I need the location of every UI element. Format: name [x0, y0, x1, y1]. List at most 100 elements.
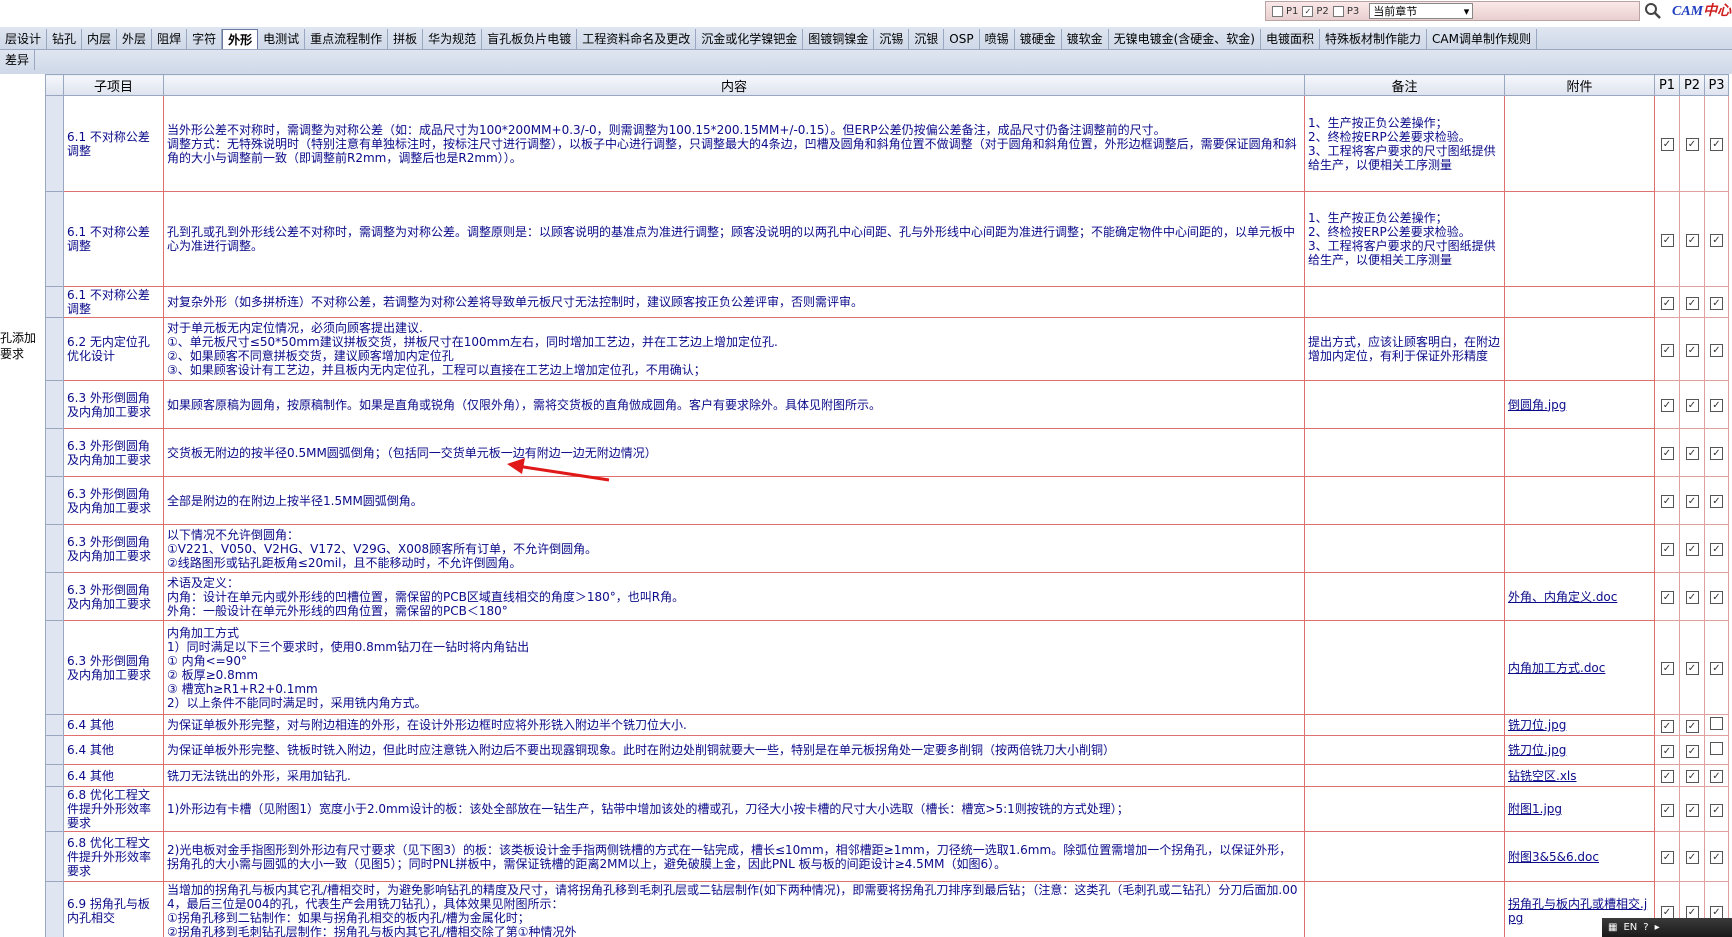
- row-selector[interactable]: [45, 735, 64, 765]
- cell-content[interactable]: 2)光电板对金手指图形到外形边有尺寸要求（见下图3）的板：该类板设计金手指两侧铣…: [163, 831, 1305, 882]
- cell-sub-item[interactable]: 6.1 不对称公差调整: [63, 95, 164, 192]
- p3-checkbox[interactable]: ✓: [1710, 343, 1723, 357]
- header-attachment[interactable]: 附件: [1504, 74, 1655, 96]
- tab-6[interactable]: 外形: [222, 29, 259, 49]
- row-selector[interactable]: [45, 95, 64, 192]
- p2-checkbox[interactable]: ✓: [1685, 138, 1699, 151]
- cell-sub-item[interactable]: 6.4 其他: [63, 735, 164, 765]
- p2-checkbox[interactable]: ✓: [1685, 662, 1699, 675]
- attachment-link[interactable]: 铣刀位.jpg: [1508, 743, 1566, 757]
- p2-checkbox[interactable]: ✓: [1685, 296, 1699, 310]
- p3-checkbox[interactable]: ✓: [1710, 662, 1723, 675]
- table-row[interactable]: 6.4 其他 为保证单板外形完整，对与附边相连的外形，在设计外形边框时应将外形铣入…: [45, 714, 1729, 736]
- tab-7[interactable]: 电测试: [258, 29, 306, 49]
- cell-content[interactable]: 全部是附边的在附边上按半径1.5MM圆弧倒角。: [163, 476, 1305, 525]
- table-row[interactable]: 6.1 不对称公差调整 孔到孔或孔到外形线公差不对称时，需调整为对称公差。调整原则…: [45, 191, 1729, 287]
- cell-content[interactable]: 当外形公差不对称时，需调整为对称公差（如：成品尺寸为100*200MM+0.3/…: [163, 95, 1305, 192]
- row-selector[interactable]: [45, 380, 64, 429]
- p1-checkbox[interactable]: ✓: [1660, 543, 1674, 556]
- row-selector[interactable]: [45, 317, 64, 381]
- header-p3[interactable]: P3: [1704, 74, 1729, 96]
- p3-checkbox[interactable]: ✓: [1710, 851, 1723, 864]
- cell-note[interactable]: [1304, 735, 1505, 765]
- table-row[interactable]: 6.1 不对称公差调整 对复杂外形（如多拼桥连）不对称公差，若调整为对称公差将导致…: [45, 286, 1729, 318]
- p1-checkbox[interactable]: ✓: [1660, 662, 1674, 675]
- cell-content[interactable]: 为保证单板外形完整，对与附边相连的外形，在设计外形边框时应将外形铣入附边半个铣刀…: [163, 714, 1305, 736]
- cell-content[interactable]: 为保证单板外形完整、铣板时铣入附边，但此时应注意铣入附边后不要出现露铜现象。此时…: [163, 735, 1305, 765]
- p2-checkbox[interactable]: ✓: [1685, 719, 1699, 733]
- tab-12[interactable]: 工程资料命名及更改: [577, 29, 697, 49]
- cell-content[interactable]: 以下情况不允许倒圆角： ①V221、V050、V2HG、V172、V29G、X0…: [163, 524, 1305, 573]
- tab-11[interactable]: 盲孔板负片电镀: [482, 29, 578, 49]
- cell-note[interactable]: [1304, 764, 1505, 787]
- p2-checkbox[interactable]: ✓: [1685, 447, 1699, 460]
- p2-checkbox[interactable]: ✓: [1685, 770, 1699, 783]
- tab-2[interactable]: 内层: [82, 29, 118, 49]
- p3-checkbox[interactable]: ✓: [1710, 803, 1723, 817]
- p1-checkbox[interactable]: ✓: [1660, 719, 1674, 733]
- cell-note[interactable]: [1304, 620, 1505, 715]
- row-selector[interactable]: [45, 714, 64, 736]
- cell-note[interactable]: 提出方式，应该让顾客明白，在附边增加内定位，有利于保证外形精度: [1304, 317, 1505, 381]
- tab-8[interactable]: 重点流程制作: [305, 29, 389, 49]
- p1-checkbox[interactable]: ✓: [1660, 591, 1674, 604]
- p3-checkbox[interactable]: [1710, 717, 1723, 730]
- cell-content[interactable]: 交货板无附边的按半径0.5MM圆弧倒角；（包括同一交货单元板一边有附边一边无附边…: [163, 428, 1305, 477]
- cell-content[interactable]: 孔到孔或孔到外形线公差不对称时，需调整为对称公差。调整原则是：以顾客说明的基准点…: [163, 191, 1305, 287]
- p3-checkbox[interactable]: ✓: [1710, 399, 1723, 412]
- p3-checkbox[interactable]: ✓: [1710, 770, 1723, 783]
- cell-note[interactable]: [1304, 831, 1505, 882]
- table-row[interactable]: 6.3 外形倒圆角及内角加工要求 术语及定义： 内角：设计在单元内或外形线的凹槽位…: [45, 572, 1729, 621]
- tray-arrow-icon[interactable]: ▸: [1655, 922, 1660, 933]
- p1-checkbox[interactable]: ✓: [1660, 233, 1674, 247]
- cell-sub-item[interactable]: 6.2 无内定位孔优化设计: [63, 317, 164, 381]
- cell-sub-item[interactable]: 6.1 不对称公差调整: [63, 286, 164, 318]
- cell-note[interactable]: [1304, 476, 1505, 525]
- cell-note[interactable]: 1、生产按正负公差操作； 2、终检按ERP公差要求检验。 3、工程将客户要求的尺…: [1304, 95, 1505, 192]
- tab-10[interactable]: 华为规范: [423, 29, 483, 49]
- cell-note[interactable]: [1304, 524, 1505, 573]
- row-selector[interactable]: [45, 572, 64, 621]
- header-sub-item[interactable]: 子项目: [63, 74, 164, 96]
- row-selector[interactable]: [45, 831, 64, 882]
- row-selector[interactable]: [45, 191, 64, 287]
- table-row[interactable]: 6.3 外形倒圆角及内角加工要求 以下情况不允许倒圆角： ①V221、V050、V…: [45, 524, 1729, 573]
- p2-checkbox[interactable]: ✓: [1685, 343, 1699, 357]
- p3-checkbox[interactable]: ✓: [1710, 495, 1723, 508]
- tab-3[interactable]: 外层: [117, 29, 153, 49]
- p1-checkbox[interactable]: ✓: [1660, 905, 1674, 919]
- p3-checkbox[interactable]: ✓: [1710, 233, 1723, 247]
- p2-checkbox[interactable]: ✓: [1685, 233, 1699, 247]
- cell-sub-item[interactable]: 6.3 外形倒圆角及内角加工要求: [63, 620, 164, 715]
- cell-content[interactable]: 对于单元板无内定位情况，必须向顾客提出建议. ①、单元板尺寸≤50*50mm建议…: [163, 317, 1305, 381]
- tab-9[interactable]: 拼板: [388, 29, 424, 49]
- table-row[interactable]: 6.4 其他 铣刀无法铣出的外形，采用加钻孔. 钻铣空区.xls ✓ ✓ ✓: [45, 764, 1729, 787]
- cell-content[interactable]: 铣刀无法铣出的外形，采用加钻孔.: [163, 764, 1305, 787]
- attachment-link[interactable]: 外角、内角定义.doc: [1508, 590, 1617, 604]
- p1-checkbox[interactable]: ✓: [1660, 447, 1674, 460]
- cell-note[interactable]: [1304, 572, 1505, 621]
- table-row[interactable]: 6.3 外形倒圆角及内角加工要求 内角加工方式 1）同时满足以下三个要求时，使用0…: [45, 620, 1729, 715]
- cell-sub-item[interactable]: 6.3 外形倒圆角及内角加工要求: [63, 572, 164, 621]
- p1-checkbox[interactable]: ✓: [1660, 744, 1674, 758]
- p1-checkbox[interactable]: ✓: [1660, 138, 1674, 151]
- tab-1[interactable]: 钻孔: [47, 29, 83, 49]
- row-selector[interactable]: [45, 524, 64, 573]
- cell-sub-item[interactable]: 6.8 优化工程文件提升外形效率要求: [63, 786, 164, 832]
- table-row[interactable]: 6.1 不对称公差调整 当外形公差不对称时，需调整为对称公差（如：成品尺寸为100…: [45, 95, 1729, 192]
- p2-filter-checkbox[interactable]: ✓ P2: [1302, 5, 1329, 17]
- cell-sub-item[interactable]: 6.3 外形倒圆角及内角加工要求: [63, 476, 164, 525]
- table-row[interactable]: 6.3 外形倒圆角及内角加工要求 全部是附边的在附边上按半径1.5MM圆弧倒角。 ✓…: [45, 476, 1729, 525]
- cell-sub-item[interactable]: 6.8 优化工程文件提升外形效率要求: [63, 831, 164, 882]
- cell-sub-item[interactable]: 6.1 不对称公差调整: [63, 191, 164, 287]
- attachment-link[interactable]: 附图3&5&6.doc: [1508, 850, 1599, 864]
- p2-checkbox[interactable]: ✓: [1685, 803, 1699, 817]
- search-button[interactable]: [1641, 0, 1665, 22]
- cell-content[interactable]: 如果顾客原稿为圆角，按原稿制作。如果是直角或锐角（仅限外角），需将交货板的直角倣…: [163, 380, 1305, 429]
- table-row[interactable]: 6.8 优化工程文件提升外形效率要求 1)外形边有卡槽（见附图1）宽度小于2.0m…: [45, 786, 1729, 832]
- cell-content[interactable]: 内角加工方式 1）同时满足以下三个要求时，使用0.8mm钻刀在一钻时将内角钻出 …: [163, 620, 1305, 715]
- cell-sub-item[interactable]: 6.3 外形倒圆角及内角加工要求: [63, 524, 164, 573]
- chapter-select[interactable]: 当前章节 ▾: [1369, 3, 1474, 19]
- row-selector[interactable]: [45, 786, 64, 832]
- cell-note[interactable]: [1304, 428, 1505, 477]
